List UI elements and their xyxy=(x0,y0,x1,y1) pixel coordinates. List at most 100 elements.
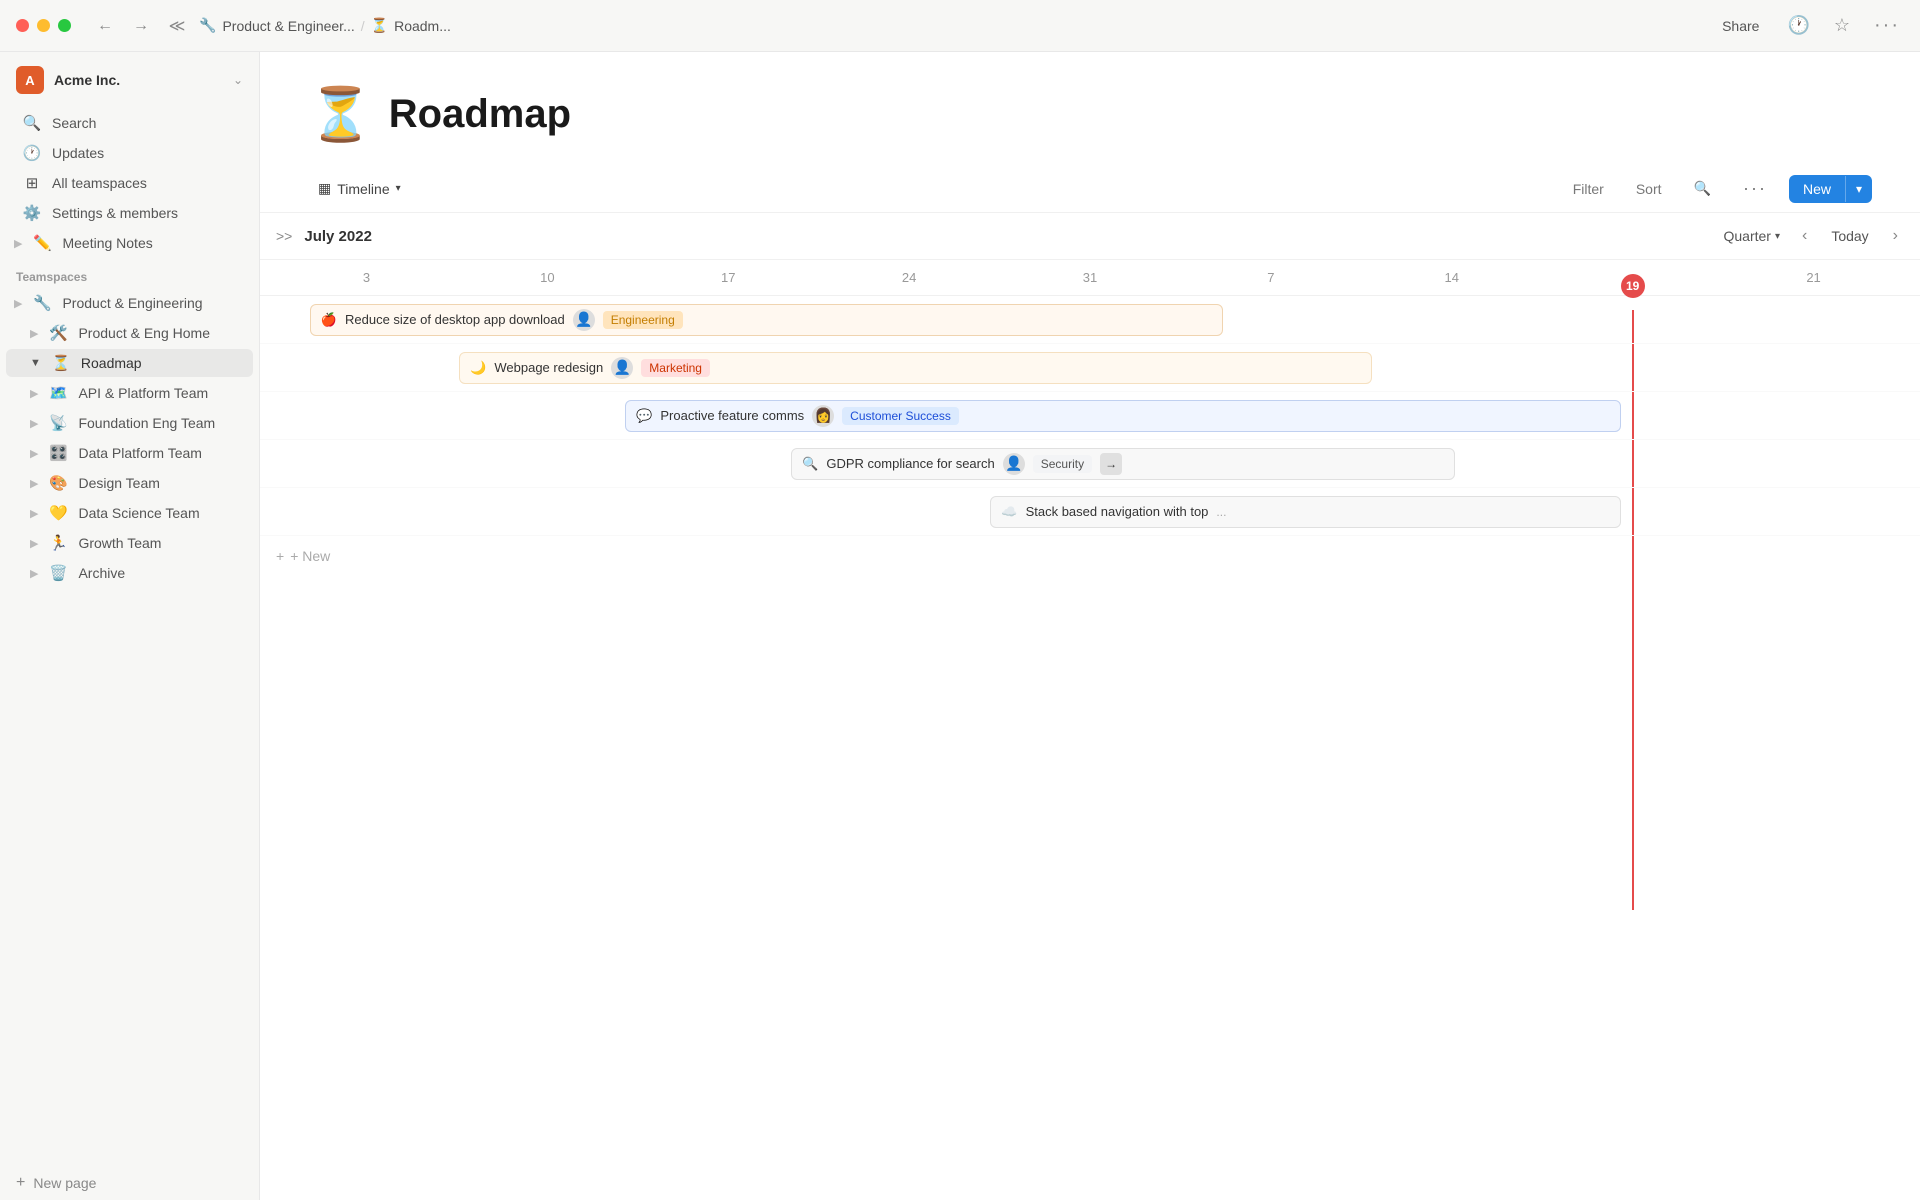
view-chevron-icon: ▾ xyxy=(396,183,401,194)
roadmap-chevron: ▼ xyxy=(30,357,41,369)
task-bar-gdpr[interactable]: 🔍 GDPR compliance for search 👤 Security … xyxy=(791,448,1455,480)
sidebar-item-product-eng-home[interactable]: ▶ 🛠️ Product & Eng Home xyxy=(6,319,253,347)
back-button[interactable]: ← xyxy=(91,15,119,37)
new-button[interactable]: New xyxy=(1789,175,1845,203)
archive-chevron: ▶ xyxy=(30,567,38,580)
sidebar-item-all-teamspaces-label: All teamspaces xyxy=(52,175,237,191)
maximize-button[interactable] xyxy=(58,19,71,32)
sidebar-item-design[interactable]: ▶ 🎨 Design Team xyxy=(6,469,253,497)
sidebar-item-updates-label: Updates xyxy=(52,145,237,161)
sidebar-item-growth-label: Growth Team xyxy=(78,535,237,551)
sidebar-item-archive[interactable]: ▶ 🗑️ Archive xyxy=(6,559,253,587)
timeline-row-3: 💬 Proactive feature comms 👩 Customer Suc… xyxy=(260,392,1920,440)
sidebar-item-growth[interactable]: ▶ 🏃 Growth Team xyxy=(6,529,253,557)
task-bar-stack-navigation[interactable]: ☁️ Stack based navigation with top ... xyxy=(990,496,1621,528)
sidebar-item-all-teamspaces[interactable]: ⊞ All teamspaces xyxy=(6,169,253,197)
date-col-21: 21 xyxy=(1723,270,1904,285)
new-button-dropdown[interactable]: ▾ xyxy=(1845,176,1872,202)
sidebar-item-search[interactable]: 🔍 Search xyxy=(6,109,253,137)
traffic-lights xyxy=(16,19,71,32)
sidebar-item-data-science[interactable]: ▶ 💛 Data Science Team xyxy=(6,499,253,527)
quarter-selector-button[interactable]: Quarter ▾ xyxy=(1715,224,1788,248)
page-emoji: ⏳ xyxy=(308,84,373,145)
date-col-17: 17 xyxy=(638,270,819,285)
sidebar-item-meeting-notes[interactable]: ▶ ✏️ Meeting Notes xyxy=(6,229,253,257)
star-icon[interactable]: ☆ xyxy=(1830,11,1854,40)
sidebar-item-design-label: Design Team xyxy=(78,475,237,491)
sidebar-item-updates[interactable]: 🕐 Updates xyxy=(6,139,253,167)
meeting-notes-icon: ✏️ xyxy=(32,234,52,252)
timeline-next-button[interactable]: › xyxy=(1887,223,1904,249)
design-icon: 🎨 xyxy=(48,474,68,492)
timeline-row-5: ☁️ Stack based navigation with top ... xyxy=(260,488,1920,536)
api-platform-chevron: ▶ xyxy=(30,387,38,400)
timeline-add-row[interactable]: + + New xyxy=(260,536,1920,576)
timeline-body: 🍎 Reduce size of desktop app download 👤 … xyxy=(260,296,1920,1200)
task-bar-desktop-download[interactable]: 🍎 Reduce size of desktop app download 👤 … xyxy=(310,304,1223,336)
more-options-button[interactable]: ··· xyxy=(1870,10,1904,41)
timeline-nav: >> July 2022 Quarter ▾ ‹ Today › xyxy=(260,213,1920,260)
add-label: + New xyxy=(290,548,330,564)
task-emoji-5: ☁️ xyxy=(1001,504,1017,520)
sidebar: A Acme Inc. ⌄ 🔍 Search 🕐 Updates ⊞ All t… xyxy=(0,52,260,1200)
add-icon: + xyxy=(276,548,284,564)
page-header: ⏳ Roadmap xyxy=(260,52,1920,165)
task-bar-feature-comms[interactable]: 💬 Proactive feature comms 👩 Customer Suc… xyxy=(625,400,1621,432)
share-button[interactable]: Share xyxy=(1714,14,1767,38)
task-label-4: GDPR compliance for search xyxy=(826,456,994,471)
timeline-expand-button[interactable]: >> xyxy=(276,228,292,244)
timeline-prev-button[interactable]: ‹ xyxy=(1796,223,1813,249)
view-label: Timeline xyxy=(337,181,389,197)
workspace-selector[interactable]: A Acme Inc. ⌄ xyxy=(0,52,259,108)
sort-button[interactable]: Sort xyxy=(1626,176,1672,202)
breadcrumb-current[interactable]: Roadm... xyxy=(394,18,451,34)
new-page-button[interactable]: + New page xyxy=(0,1166,259,1200)
date-col-31: 31 xyxy=(1000,270,1181,285)
task-bar-webpage-redesign[interactable]: 🌙 Webpage redesign 👤 Marketing xyxy=(459,352,1372,384)
task-avatar-3: 👩 xyxy=(812,405,834,427)
forward-button[interactable]: → xyxy=(127,15,155,37)
history-icon[interactable]: 🕐 xyxy=(1783,11,1813,40)
task-arrow-icon: → xyxy=(1100,453,1122,475)
sidebar-item-foundation-eng-label: Foundation Eng Team xyxy=(78,415,237,431)
minimize-button[interactable] xyxy=(37,19,50,32)
sidebar-item-data-science-label: Data Science Team xyxy=(78,505,237,521)
roadmap-icon: ⏳ xyxy=(51,354,71,372)
titlebar: ← → ≪ 🔧 Product & Engineer... / ⏳ Roadm.… xyxy=(0,0,1920,52)
close-button[interactable] xyxy=(16,19,29,32)
date-col-14: 14 xyxy=(1361,270,1542,285)
sidebar-item-product-engineering[interactable]: ▶ 🔧 Product & Engineering xyxy=(6,289,253,317)
sidebar-toggle-button[interactable]: ≪ xyxy=(163,12,191,40)
new-page-plus-icon: + xyxy=(16,1174,25,1192)
breadcrumb-parent[interactable]: Product & Engineer... xyxy=(222,18,354,34)
timeline-nav-right: Quarter ▾ ‹ Today › xyxy=(1715,223,1904,249)
sidebar-item-roadmap[interactable]: ▼ ⏳ Roadmap xyxy=(6,349,253,377)
design-chevron: ▶ xyxy=(30,477,38,490)
teamspaces-section-label: Teamspaces xyxy=(0,258,259,288)
today-button[interactable]: Today xyxy=(1821,224,1878,248)
more-toolbar-button[interactable]: ··· xyxy=(1733,173,1777,204)
today-marker: 19 xyxy=(1621,274,1645,298)
sidebar-item-meeting-notes-label: Meeting Notes xyxy=(62,235,237,251)
view-selector-button[interactable]: ▦ Timeline ▾ xyxy=(308,175,411,202)
task-label-1: Reduce size of desktop app download xyxy=(345,312,565,327)
sidebar-item-settings[interactable]: ⚙️ Settings & members xyxy=(6,199,253,227)
sidebar-item-roadmap-label: Roadmap xyxy=(81,355,237,371)
workspace-name: Acme Inc. xyxy=(54,72,223,88)
timeline-row-4: 🔍 GDPR compliance for search 👤 Security … xyxy=(260,440,1920,488)
growth-icon: 🏃 xyxy=(48,534,68,552)
growth-chevron: ▶ xyxy=(30,537,38,550)
breadcrumb-parent-icon: 🔧 xyxy=(199,17,216,34)
filter-button[interactable]: Filter xyxy=(1563,176,1614,202)
sidebar-item-data-platform[interactable]: ▶ 🎛️ Data Platform Team xyxy=(6,439,253,467)
updates-icon: 🕐 xyxy=(22,144,42,162)
search-toolbar-button[interactable]: 🔍 xyxy=(1684,175,1721,202)
all-teamspaces-icon: ⊞ xyxy=(22,174,42,192)
quarter-chevron-icon: ▾ xyxy=(1775,231,1780,242)
sidebar-item-foundation-eng[interactable]: ▶ 📡 Foundation Eng Team xyxy=(6,409,253,437)
task-emoji-1: 🍎 xyxy=(321,312,337,328)
task-avatar-1: 👤 xyxy=(573,309,595,331)
app-body: A Acme Inc. ⌄ 🔍 Search 🕐 Updates ⊞ All t… xyxy=(0,52,1920,1200)
archive-icon: 🗑️ xyxy=(48,564,68,582)
sidebar-item-api-platform[interactable]: ▶ 🗺️ API & Platform Team xyxy=(6,379,253,407)
